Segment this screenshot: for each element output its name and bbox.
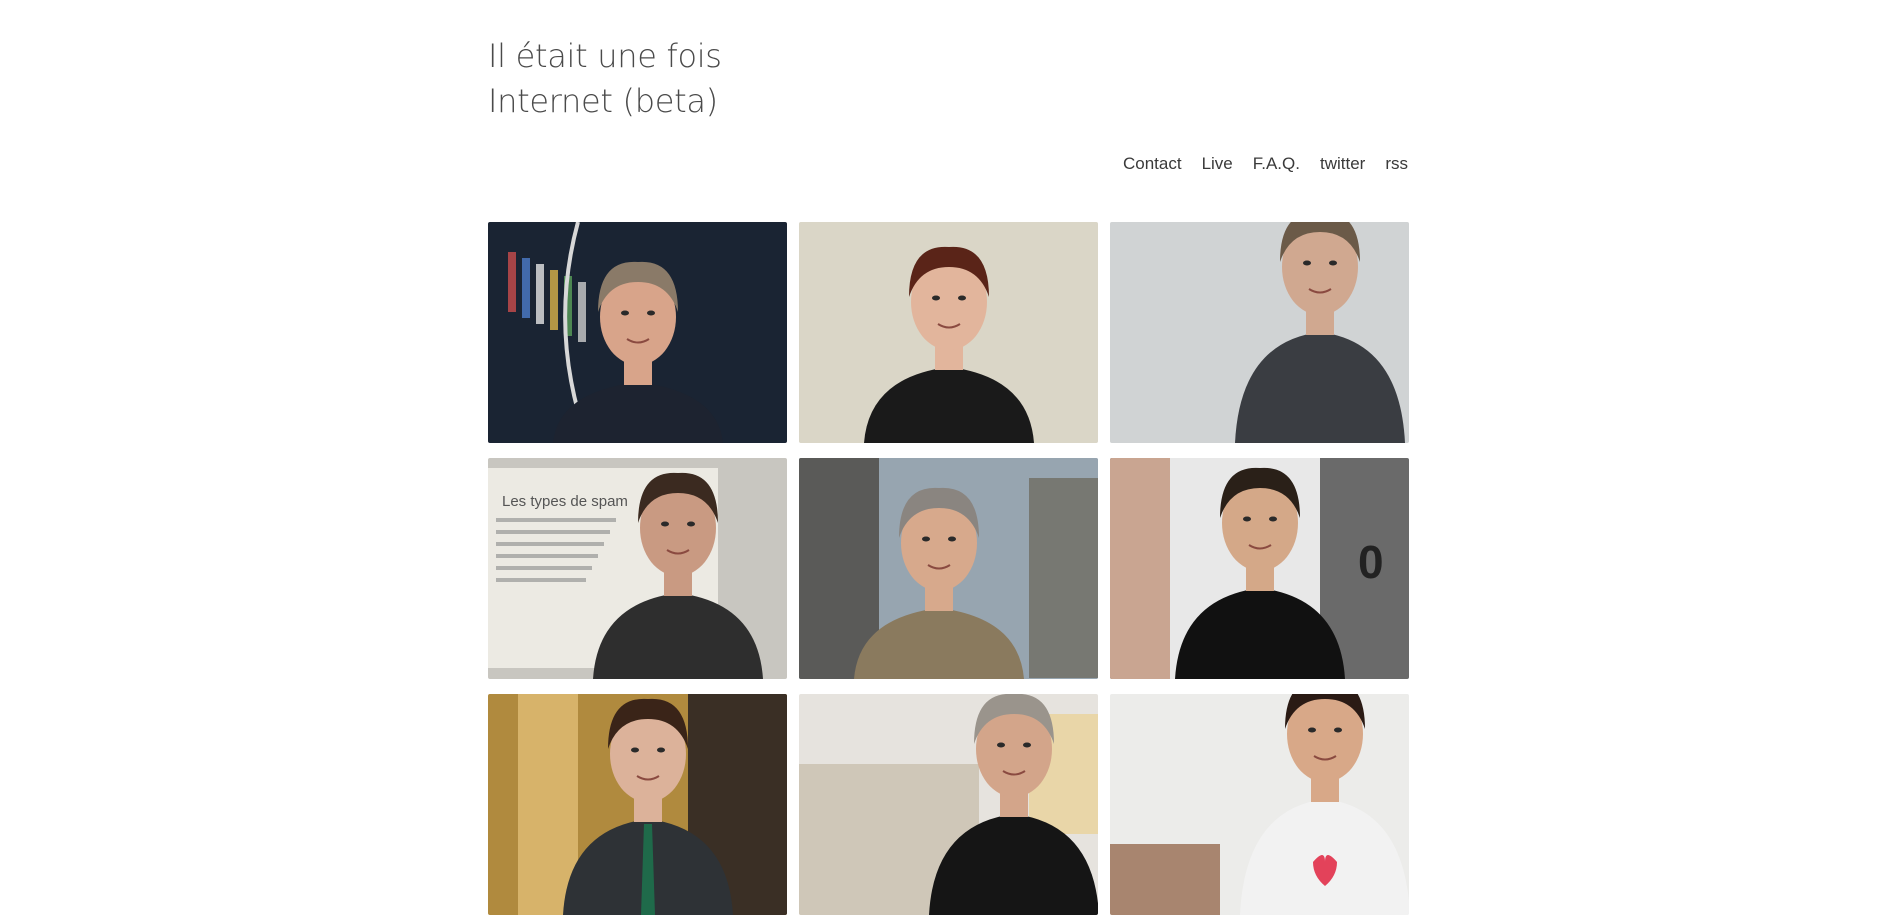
gallery-tile-portrait-woman-glasses[interactable]	[799, 222, 1098, 443]
gallery-tile-portrait-man-black-shirt-gesturing[interactable]: 0	[1110, 458, 1409, 679]
nav-live[interactable]: Live	[1202, 154, 1233, 174]
nav-rss[interactable]: rss	[1385, 154, 1408, 174]
portrait-photo: 0	[1110, 458, 1409, 679]
portrait-photo	[488, 694, 787, 915]
portrait-photo	[488, 222, 787, 443]
portrait-photo	[1110, 694, 1409, 915]
nav-faq[interactable]: F.A.Q.	[1253, 154, 1300, 174]
nav-twitter[interactable]: twitter	[1320, 154, 1365, 174]
portrait-photo	[799, 458, 1098, 679]
portrait-photo: Les types de spam	[488, 458, 787, 679]
portrait-photo	[799, 222, 1098, 443]
gallery-tile-portrait-man-suit-bookshelf[interactable]	[488, 222, 787, 443]
portrait-gallery: Les types de spam 0	[488, 222, 1409, 915]
site-title[interactable]: Il était une fois Internet (beta)	[488, 34, 888, 124]
sign-digit: 0	[1358, 536, 1384, 588]
gallery-tile-portrait-speaker-microphone-grey-tshirt[interactable]	[1110, 222, 1409, 443]
gallery-tile-portrait-man-beard-green-tie[interactable]	[488, 694, 787, 915]
gallery-tile-portrait-man-nerds-tshirt[interactable]	[1110, 694, 1409, 915]
top-nav: Contact Live F.A.Q. twitter rss	[1103, 154, 1408, 174]
nav-contact[interactable]: Contact	[1123, 154, 1182, 174]
gallery-tile-portrait-man-grey-hair-outdoors[interactable]	[799, 458, 1098, 679]
gallery-tile-portrait-man-leaning-fence[interactable]	[799, 694, 1098, 915]
gallery-tile-portrait-speaker-spam-slide[interactable]: Les types de spam	[488, 458, 787, 679]
portrait-photo	[799, 694, 1098, 915]
slide-title: Les types de spam	[502, 493, 628, 510]
portrait-photo	[1110, 222, 1409, 443]
